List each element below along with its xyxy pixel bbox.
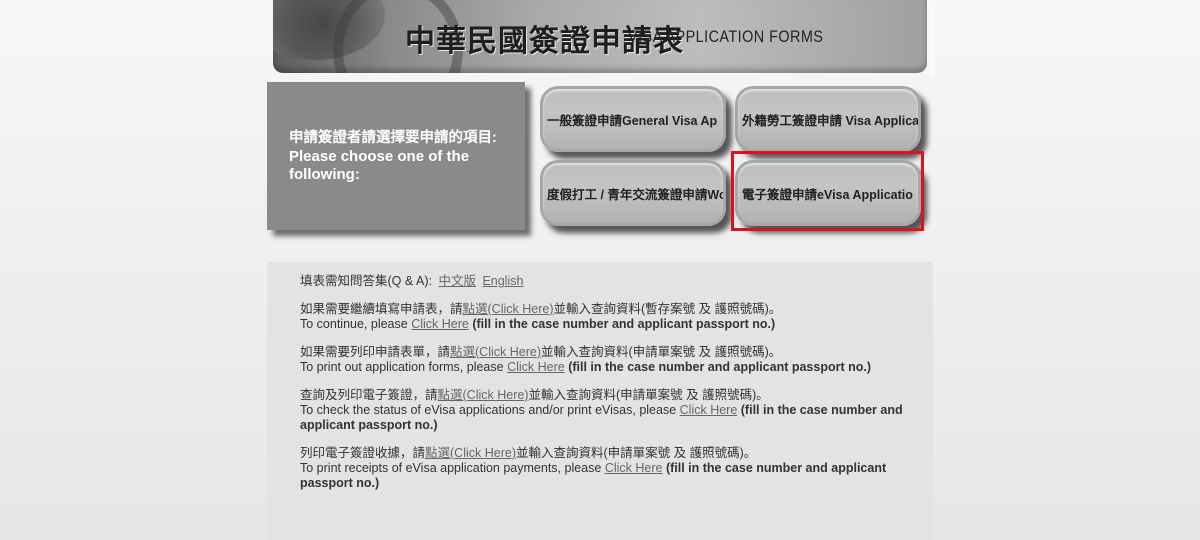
choice-prompt-panel: 申請簽證者請選擇要申請的項目: Please choose one of the…	[267, 82, 525, 230]
evisa-receipt-cn-link[interactable]: 點選(Click Here)	[425, 446, 516, 460]
print-forms-en-link[interactable]: Click Here	[507, 360, 565, 374]
continue-cn-link[interactable]: 點選(Click Here)	[463, 302, 554, 316]
evisa-receipt-cn-text: 列印電子簽證收據，請	[300, 446, 426, 460]
working-holiday-visa-button-label: 度假打工 / 青年交流簽證申請Wo	[547, 187, 726, 202]
evisa-highlight-box	[731, 151, 924, 231]
continue-en-text: To continue, please	[300, 317, 412, 331]
evisa-status-cn-note: 並輸入查詢資料(申請單案號 及 護照號碼)。	[528, 388, 769, 402]
info-panel: 填表需知問答集(Q & A): 中文版 English 如果需要繼續填寫申請表，…	[267, 262, 933, 540]
evisa-receipt-cn-note: 並輸入查詢資料(申請單案號 及 護照號碼)。	[516, 446, 757, 460]
continue-cn-text: 如果需要繼續填寫申請表，請	[300, 302, 463, 316]
print-forms-en-note: (fill in the case number and applicant p…	[564, 360, 872, 374]
evisa-receipt-en: To print receipts of eVisa application p…	[300, 461, 910, 491]
banner-frame	[929, 0, 935, 78]
continue-cn-note: 並輸入查詢資料(暫存案號 及 護照號碼)。	[553, 302, 782, 316]
foreign-worker-visa-button[interactable]: 外籍勞工簽證申請 Visa Applica	[735, 86, 921, 152]
qa-line: 填表需知問答集(Q & A): 中文版 English	[300, 274, 910, 289]
choice-prompt-en: Please choose one of the following:	[289, 148, 470, 183]
qa-label: 填表需知問答集(Q & A):	[300, 274, 432, 288]
choice-prompt-cn: 申請簽證者請選擇要申請的項目:	[289, 130, 497, 146]
continue-en-note: (fill in the case number and applicant p…	[468, 317, 776, 331]
evisa-status-cn: 查詢及列印電子簽證，請點選(Click Here)並輸入查詢資料(申請單案號 及…	[300, 388, 910, 403]
evisa-status-block: 查詢及列印電子簽證，請點選(Click Here)並輸入查詢資料(申請單案號 及…	[300, 388, 910, 433]
evisa-status-cn-text: 查詢及列印電子簽證，請	[300, 388, 438, 402]
continue-en: To continue, please Click Here (fill in …	[300, 317, 910, 332]
print-forms-en-text: To print out application forms, please	[300, 360, 508, 374]
foreign-worker-visa-button-label: 外籍勞工簽證申請 Visa Applica	[742, 113, 920, 128]
continue-cn: 如果需要繼續填寫申請表，請點選(Click Here)並輸入查詢資料(暫存案號 …	[300, 302, 910, 317]
print-forms-cn-text: 如果需要列印申請表單，請	[300, 345, 451, 359]
print-forms-cn-note: 並輸入查詢資料(申請單案號 及 護照號碼)。	[541, 345, 782, 359]
print-forms-block: 如果需要列印申請表單，請點選(Click Here)並輸入查詢資料(申請單案號 …	[300, 345, 910, 375]
general-visa-button-label: 一般簽證申請General Visa Ap	[547, 113, 718, 128]
evisa-receipt-block: 列印電子簽證收據，請點選(Click Here)並輸入查詢資料(申請單案號 及 …	[300, 446, 910, 491]
print-forms-cn-link[interactable]: 點選(Click Here)	[450, 345, 541, 359]
working-holiday-visa-button[interactable]: 度假打工 / 青年交流簽證申請Wo	[540, 160, 726, 226]
print-forms-en: To print out application forms, please C…	[300, 360, 910, 375]
evisa-status-cn-link[interactable]: 點選(Click Here)	[438, 388, 529, 402]
qa-english-link[interactable]: English	[482, 274, 523, 288]
header-banner: 中華民國簽證申請表 VISA APPLICATION FORMS	[273, 0, 927, 73]
choice-prompt: 申請簽證者請選擇要申請的項目: Please choose one of the…	[289, 129, 519, 184]
evisa-receipt-cn: 列印電子簽證收據，請點選(Click Here)並輸入查詢資料(申請單案號 及 …	[300, 446, 910, 461]
qa-chinese-link[interactable]: 中文版	[438, 274, 476, 288]
evisa-status-en-link[interactable]: Click Here	[680, 403, 738, 417]
continue-application-block: 如果需要繼續填寫申請表，請點選(Click Here)並輸入查詢資料(暫存案號 …	[300, 302, 910, 332]
evisa-receipt-en-link[interactable]: Click Here	[605, 461, 663, 475]
evisa-receipt-en-text: To print receipts of eVisa application p…	[300, 461, 605, 475]
evisa-status-en-text: To check the status of eVisa application…	[300, 403, 680, 417]
print-forms-cn: 如果需要列印申請表單，請點選(Click Here)並輸入查詢資料(申請單案號 …	[300, 345, 910, 360]
banner-title-en: VISA APPLICATION FORMS	[628, 27, 824, 46]
general-visa-button[interactable]: 一般簽證申請General Visa Ap	[540, 86, 726, 152]
evisa-status-en: To check the status of eVisa application…	[300, 403, 910, 433]
continue-en-link[interactable]: Click Here	[411, 317, 469, 331]
